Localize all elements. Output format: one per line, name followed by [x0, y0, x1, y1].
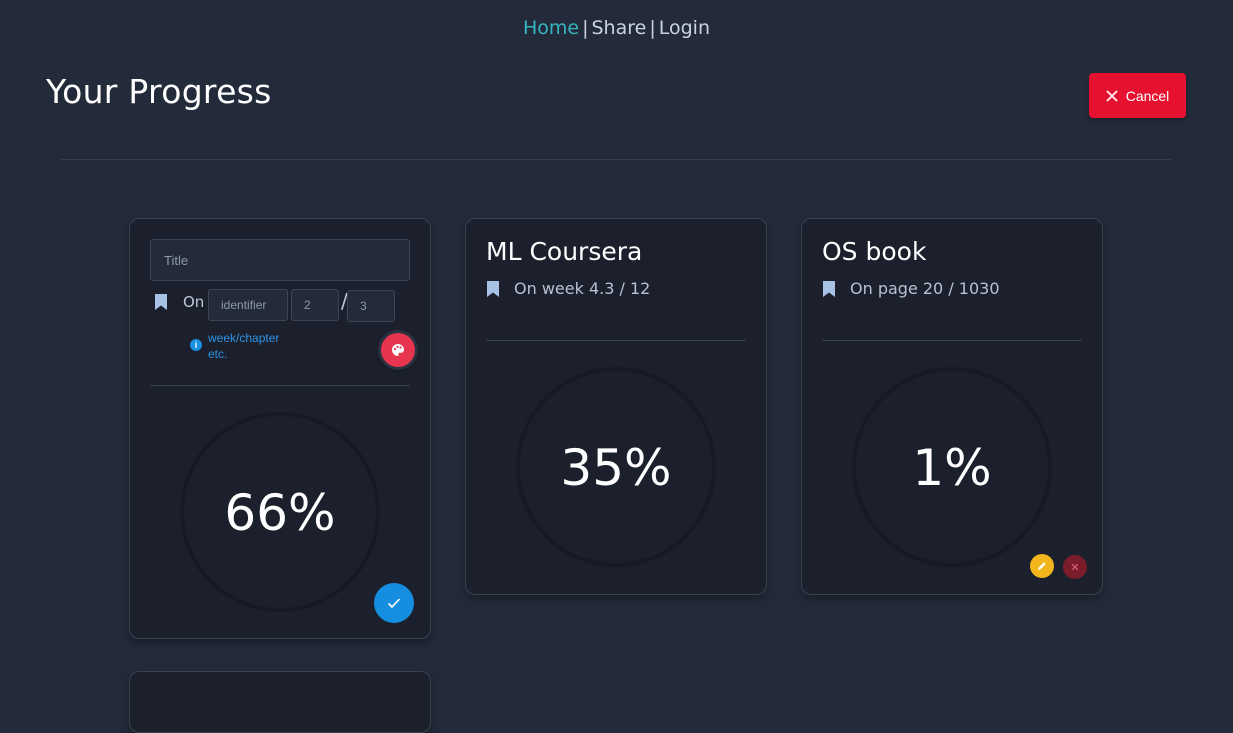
bookmark-icon	[823, 280, 835, 297]
close-icon	[1106, 89, 1118, 102]
card-divider	[150, 385, 410, 386]
palette-icon	[392, 344, 404, 356]
cancel-label: Cancel	[1125, 87, 1170, 104]
color-picker-button[interactable]	[381, 333, 415, 367]
progress-percent: 35%	[560, 439, 672, 497]
check-icon	[387, 598, 401, 609]
edit-button[interactable]	[1030, 554, 1054, 578]
progress-card	[129, 671, 431, 733]
title-input[interactable]: Title	[150, 239, 410, 281]
progress-percent: 66%	[224, 484, 336, 542]
on-label: On	[183, 293, 205, 311]
progress-percent: 1%	[912, 439, 992, 497]
info-icon: i	[190, 339, 202, 351]
close-icon: ✕	[1070, 561, 1080, 574]
status-text: On week 4.3 / 12	[514, 279, 651, 298]
card-title: ML Coursera	[486, 237, 643, 266]
nav-share-link[interactable]: Share	[592, 17, 647, 39]
bookmark-icon	[487, 280, 499, 297]
nav-login-link[interactable]: Login	[659, 17, 710, 39]
save-button[interactable]	[374, 583, 414, 623]
total-value-input[interactable]: 3	[347, 290, 395, 322]
progress-card: ML Coursera On week 4.3 / 12 35%	[465, 218, 767, 595]
identifier-input[interactable]: identifier	[208, 289, 288, 321]
identifier-hint: i week/chapter etc.	[190, 330, 288, 362]
delete-button[interactable]: ✕	[1063, 555, 1087, 579]
progress-card: OS book On page 20 / 1030 1% ✕	[801, 218, 1103, 595]
current-value-input[interactable]: 2	[291, 289, 339, 321]
card-divider	[822, 340, 1082, 341]
header-divider	[61, 159, 1171, 160]
card-divider	[486, 340, 746, 341]
hint-text: week/chapter etc.	[208, 331, 280, 361]
new-progress-card: Title On identifier 2 / 3 i week/chapter…	[129, 218, 431, 639]
bookmark-icon	[155, 294, 167, 310]
pencil-icon	[1038, 562, 1046, 570]
card-status: On page 20 / 1030	[822, 279, 1000, 298]
cancel-button[interactable]: Cancel	[1089, 73, 1186, 118]
nav-separator: |	[649, 17, 656, 39]
nav-separator: |	[582, 17, 589, 39]
page-title: Your Progress	[46, 72, 272, 111]
card-status: On week 4.3 / 12	[486, 279, 650, 298]
card-title: OS book	[822, 237, 927, 266]
nav-home-link[interactable]: Home	[523, 17, 579, 39]
status-text: On page 20 / 1030	[850, 279, 1000, 298]
top-nav: Home | Share | Login	[0, 17, 1233, 39]
